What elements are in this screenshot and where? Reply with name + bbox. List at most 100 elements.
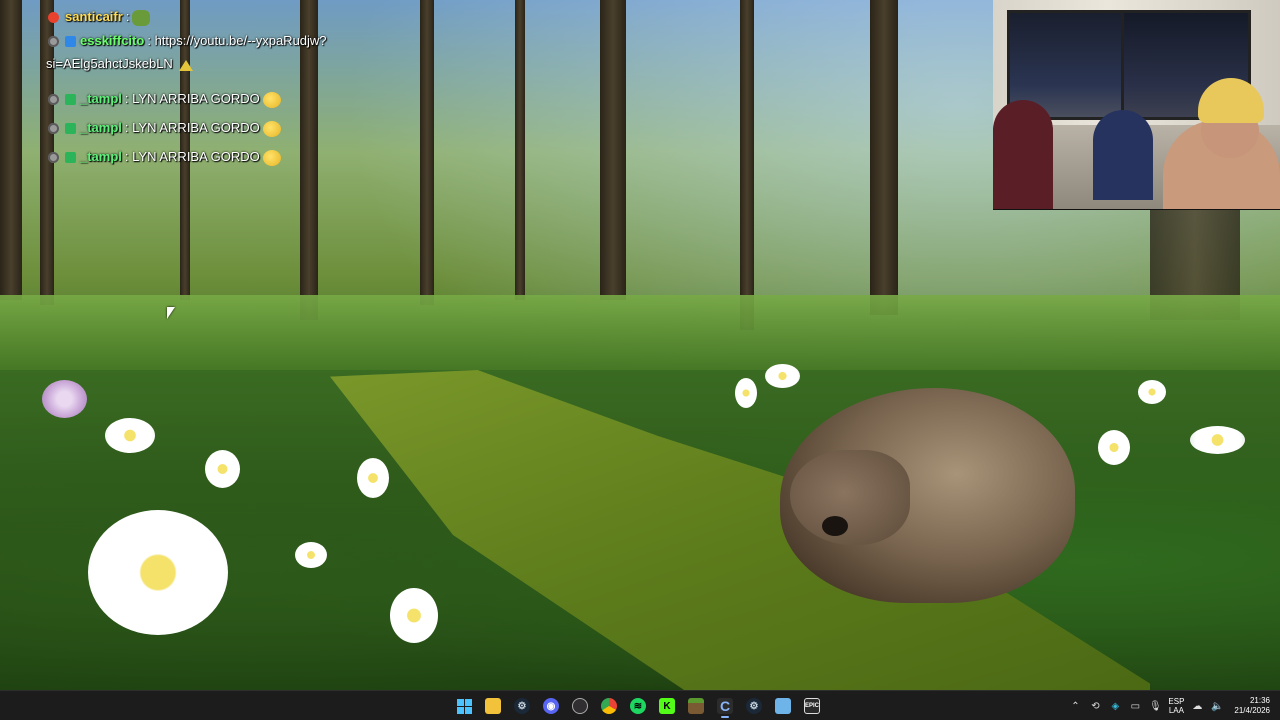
- chat-separator: :: [124, 91, 129, 106]
- chat-separator: :: [124, 149, 129, 164]
- laughing-emote-icon: [262, 121, 281, 137]
- anemone-flower: [1098, 430, 1130, 465]
- tree-trunk: [420, 0, 434, 305]
- language-code: ESP: [1168, 697, 1185, 706]
- anemone-flower: [88, 510, 228, 635]
- chat-message-body: esskiffcito: https://youtu.be/--yxpaRudj…: [46, 33, 327, 71]
- taskbar: ⚙ ◉ ≋ K C ⚙ EPIC ⌃ ⟲ ◈ ▭ 🎙 ESP LAA ☁ 🔈 2…: [0, 690, 1280, 720]
- anemone-flower: [357, 458, 389, 498]
- tree-trunk: [870, 0, 898, 315]
- webcam-person: [993, 100, 1053, 209]
- chat-link-text-continued[interactable]: si=AElg5ahctJskebLN: [46, 56, 173, 71]
- chat-username: _tampl: [80, 91, 122, 106]
- badge-icon: [65, 36, 76, 47]
- spotify-icon: ≋: [630, 698, 646, 714]
- anemone-flower: [1190, 426, 1245, 454]
- chat-message: _tampl : LYN ARRIBA GORDO: [48, 92, 388, 121]
- chat-text: LYN ARRIBA GORDO: [132, 120, 260, 135]
- badge-icon: [65, 94, 76, 105]
- anemone-flower: [390, 588, 438, 643]
- chat-separator: :: [124, 120, 129, 135]
- minecraft-button[interactable]: [684, 694, 708, 718]
- webcam-overlay: [993, 0, 1280, 210]
- chat-username: santicaifr: [65, 9, 123, 24]
- epic-games-button[interactable]: EPIC: [800, 694, 824, 718]
- steam-button-2[interactable]: ⚙: [742, 694, 766, 718]
- status-dot-icon: [48, 152, 59, 163]
- chat-separator: :: [147, 33, 151, 48]
- clock[interactable]: 21:36 21/4/2026: [1234, 696, 1270, 716]
- chat-text: LYN ARRIBA GORDO: [132, 91, 260, 106]
- input-language-indicator[interactable]: ESP LAA: [1168, 697, 1184, 715]
- kick-button[interactable]: K: [655, 694, 679, 718]
- status-dot-icon: [48, 94, 59, 105]
- chrome-icon: [601, 698, 617, 714]
- chrome-button[interactable]: [597, 694, 621, 718]
- chatterino-button[interactable]: C: [713, 694, 737, 718]
- anemone-flower: [205, 450, 240, 488]
- chat-username: _tampl: [80, 120, 122, 135]
- chevron-up-icon[interactable]: ⌃: [1068, 699, 1082, 713]
- steam-icon: ⚙: [514, 698, 530, 714]
- tree-trunk: [0, 0, 22, 300]
- cloud-icon[interactable]: ☁: [1190, 699, 1204, 713]
- clock-time: 21:36: [1249, 696, 1270, 705]
- anemone-flower: [295, 542, 327, 568]
- shield-icon[interactable]: ◈: [1108, 699, 1122, 713]
- epic-games-icon: EPIC: [804, 698, 820, 714]
- microphone-icon[interactable]: 🎙: [1148, 699, 1162, 713]
- chat-separator: :: [125, 9, 130, 24]
- keyboard-layout-code: LAA: [1168, 706, 1184, 715]
- steam-button[interactable]: ⚙: [510, 694, 534, 718]
- chat-text: LYN ARRIBA GORDO: [132, 149, 260, 164]
- chat-username: _tampl: [80, 149, 122, 164]
- laughing-emote-icon: [262, 92, 281, 108]
- speaker-icon[interactable]: 🔈: [1210, 699, 1224, 713]
- purple-anemone-flower: [42, 380, 87, 418]
- triangle-emote-icon: [179, 60, 194, 71]
- discord-icon: ◉: [543, 698, 559, 714]
- file-explorer-button[interactable]: [481, 694, 505, 718]
- status-dot-icon: [48, 36, 59, 47]
- chat-username: esskiffcito: [80, 33, 145, 48]
- spotify-button[interactable]: ≋: [626, 694, 650, 718]
- obs-button[interactable]: [568, 694, 592, 718]
- chatterino-icon: C: [717, 698, 733, 714]
- anemone-flower: [1138, 380, 1166, 404]
- chat-message: esskiffcito: https://youtu.be/--yxpaRudj…: [46, 33, 388, 92]
- anemone-flower: [105, 418, 155, 453]
- webcam-person: [1093, 110, 1153, 200]
- chat-message: _tampl : LYN ARRIBA GORDO: [48, 121, 388, 150]
- badge-icon: [65, 123, 76, 134]
- kick-icon: K: [659, 698, 675, 714]
- badge-icon: [65, 152, 76, 163]
- tree-trunk: [600, 0, 626, 300]
- record-dot-icon: [48, 12, 59, 23]
- chat-link-text[interactable]: https://youtu.be/--yxpaRudjw?: [155, 33, 327, 48]
- system-tray: ⌃ ⟲ ◈ ▭ 🎙 ESP LAA ☁ 🔈 21:36 21/4/2026: [1068, 691, 1280, 720]
- laughing-emote-icon: [262, 150, 281, 166]
- notepad-icon: [775, 698, 791, 714]
- tree-trunk: [515, 0, 525, 300]
- obs-icon: [572, 698, 588, 714]
- minecraft-icon: [688, 698, 704, 714]
- windows-logo-icon: [456, 698, 472, 714]
- tree-trunk: [740, 0, 754, 330]
- chat-overlay: santicaifr: esskiffcito: https://youtu.b…: [46, 9, 388, 179]
- mouse-cursor-icon: [167, 307, 175, 319]
- taskbar-apps: ⚙ ◉ ≋ K C ⚙ EPIC: [452, 691, 824, 720]
- steam-icon: ⚙: [746, 698, 762, 714]
- discord-button[interactable]: ◉: [539, 694, 563, 718]
- hedgehog-face: [790, 450, 910, 545]
- pepe-emote-icon: [132, 10, 151, 26]
- hedgehog-nose: [822, 516, 848, 536]
- start-button[interactable]: [452, 694, 476, 718]
- network-sync-icon[interactable]: ⟲: [1088, 699, 1102, 713]
- anemone-flower: [765, 364, 800, 388]
- status-dot-icon: [48, 123, 59, 134]
- anemone-flower: [735, 378, 757, 408]
- display-icon[interactable]: ▭: [1128, 699, 1142, 713]
- notepad-button[interactable]: [771, 694, 795, 718]
- clock-date: 21/4/2026: [1234, 706, 1270, 715]
- folder-icon: [485, 698, 501, 714]
